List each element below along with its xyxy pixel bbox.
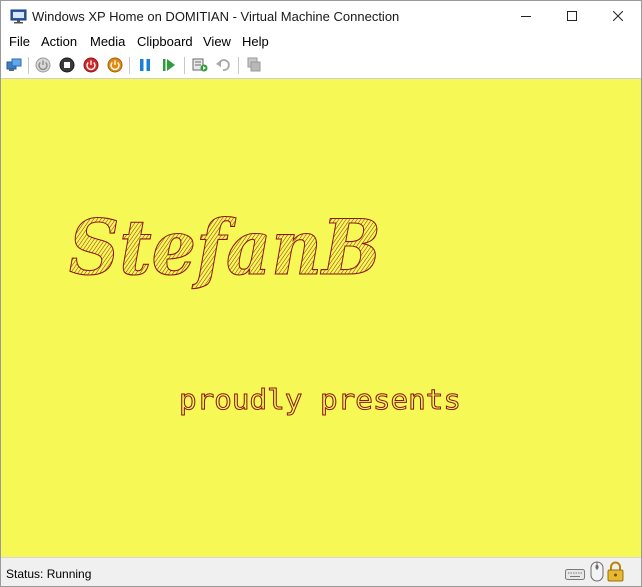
menu-help[interactable]: Help [242,34,269,49]
vm-connection-app-icon[interactable] [10,9,27,24]
keyboard-icon[interactable] [565,568,585,583]
vm-screen[interactable]: StefanB proudly presents [1,79,641,557]
pause-icon[interactable] [136,56,154,74]
resume-icon[interactable] [160,56,178,74]
shut-down-icon[interactable] [82,56,100,74]
mouse-icon[interactable] [590,561,604,585]
toolbar [1,52,641,79]
window-title: Windows XP Home on DOMITIAN - Virtual Ma… [32,9,400,24]
status-bar: Status: Running [1,557,641,586]
toolbar-separator [28,57,29,74]
start-icon[interactable] [34,56,52,74]
close-button[interactable] [595,1,641,31]
vm-connection-window: Windows XP Home on DOMITIAN - Virtual Ma… [0,0,642,587]
lock-icon[interactable] [607,561,624,585]
toolbar-separator [184,57,185,74]
menu-bar: File Action Media Clipboard View Help [1,32,641,52]
title-bar[interactable]: Windows XP Home on DOMITIAN - Virtual Ma… [1,1,641,32]
enhanced-session-icon[interactable] [245,56,263,74]
save-icon[interactable] [106,56,124,74]
maximize-button[interactable] [549,1,595,31]
menu-file[interactable]: File [9,34,30,49]
vm-subtitle-text: proudly presents [179,383,461,416]
status-text: Status: Running [6,567,92,581]
checkpoint-icon[interactable] [191,56,209,74]
turn-off-icon[interactable] [58,56,76,74]
menu-action[interactable]: Action [41,34,77,49]
revert-icon[interactable] [214,56,232,74]
menu-view[interactable]: View [203,34,231,49]
menu-clipboard[interactable]: Clipboard [137,34,193,49]
toolbar-separator [129,57,130,74]
menu-media[interactable]: Media [90,34,125,49]
minimize-button[interactable] [503,1,549,31]
ctrl-alt-del-icon[interactable] [5,56,23,74]
vm-title-text: StefanB [69,203,381,292]
toolbar-separator [238,57,239,74]
